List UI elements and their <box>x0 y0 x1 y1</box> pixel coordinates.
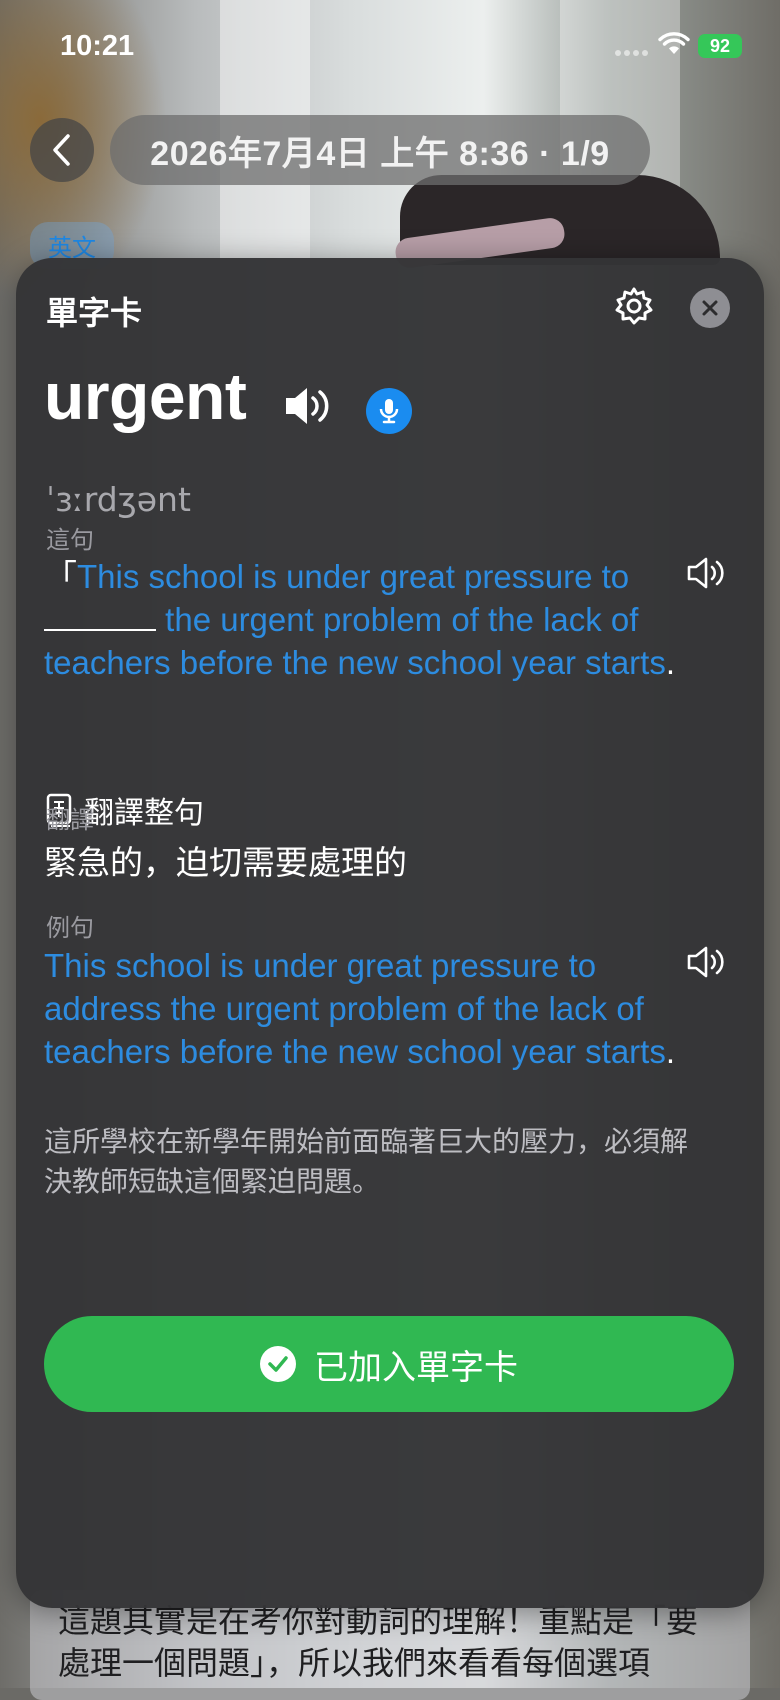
example-label: 例句 <box>46 914 94 942</box>
status-bar: 10:21 92 <box>0 0 780 90</box>
speaker-icon[interactable] <box>686 556 728 590</box>
date-page-title: 2026年7月4日 上午 8:36 · 1/9 <box>110 115 650 185</box>
translation-label: 翻譯 <box>46 806 94 834</box>
translation-text: 緊急的，迫切需要處理的 <box>44 843 407 882</box>
back-button[interactable] <box>30 118 94 182</box>
record-pronunciation-button[interactable] <box>366 388 412 434</box>
card-title: 單字卡 <box>46 294 143 332</box>
close-icon <box>702 300 718 316</box>
added-to-flashcards-button[interactable]: 已加入單字卡 <box>44 1316 734 1412</box>
context-sentence-part1: This school is under great pressure to <box>77 558 630 595</box>
context-sentence: 「This school is under great pressure to … <box>44 555 684 684</box>
context-label: 這句 <box>46 526 94 554</box>
added-button-label: 已加入單字卡 <box>314 1347 518 1388</box>
close-button[interactable] <box>690 288 730 328</box>
vocabulary-word: urgent <box>44 359 247 433</box>
example-sentence-text: This school is under great pressure to a… <box>44 947 666 1070</box>
cellular-signal-icon <box>615 50 648 56</box>
blank-slot <box>44 599 156 631</box>
gear-icon[interactable] <box>612 284 656 328</box>
translate-sentence-label: 翻譯整句 <box>84 796 204 831</box>
chevron-left-icon <box>53 134 70 166</box>
example-period: . <box>665 1033 675 1070</box>
example-translation: 這所學校在新學年開始前面臨著巨大的壓力，必須解決教師短缺這個緊迫問題。 <box>44 1125 689 1198</box>
status-time: 10:21 <box>60 30 135 62</box>
wifi-icon <box>658 32 690 54</box>
phonetic-transcription: ˈɜːrdʒənt <box>46 480 191 519</box>
battery-indicator: 92 <box>698 34 742 58</box>
sentence-period: . <box>665 644 675 681</box>
open-quote: 「 <box>44 558 77 595</box>
flashcard-panel: 單字卡 urgent ˈɜːrdʒənt 這句 「This school is … <box>16 258 764 1608</box>
speaker-icon[interactable] <box>686 945 728 979</box>
microphone-icon <box>379 399 399 424</box>
example-sentence: This school is under great pressure to a… <box>44 944 684 1073</box>
speaker-icon[interactable] <box>282 384 332 428</box>
checkmark-circle-icon <box>260 1346 296 1382</box>
